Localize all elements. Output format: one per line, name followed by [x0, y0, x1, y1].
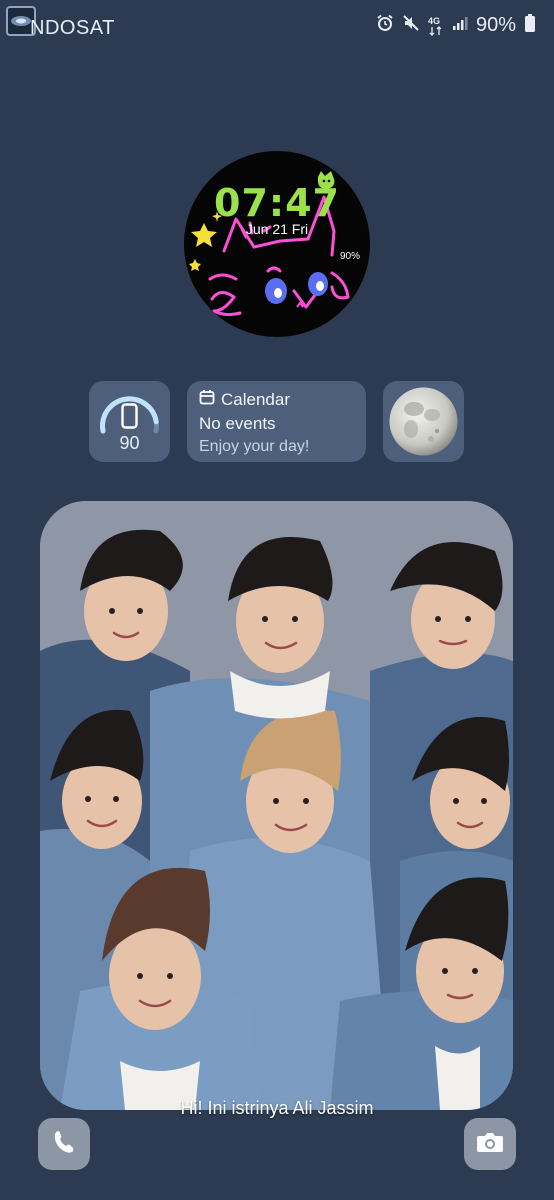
clock-widget[interactable]: 07:47 Jun 21 Fri 90%: [184, 151, 370, 337]
camera-icon: [476, 1131, 504, 1158]
phone-shortcut-button[interactable]: [38, 1118, 90, 1170]
calendar-subtitle: Enjoy your day!: [199, 438, 310, 455]
camera-shortcut-button[interactable]: [464, 1118, 516, 1170]
clock-date: Jun 21 Fri: [245, 221, 309, 237]
calendar-no-events: No events: [199, 414, 276, 433]
signal-icon: [452, 15, 468, 36]
alarm-icon: [376, 14, 394, 37]
full-moon-icon: [387, 385, 460, 463]
clock-battery: 90%: [339, 251, 360, 262]
phone-icon: [52, 1129, 76, 1160]
status-bar: NDOSAT 4G 90%: [0, 0, 554, 58]
clock-time: 07:47: [214, 181, 340, 225]
mute-icon: [402, 14, 420, 37]
calendar-widget[interactable]: Calendar No events Enjoy your day!: [187, 381, 366, 462]
network-type-label: 4G: [427, 15, 440, 26]
lock-screen-message: Hi! Ini istrinya Ali Jassim: [180, 1098, 374, 1118]
cat-doodle-icon: [189, 171, 350, 317]
battery-percent: 90%: [475, 14, 516, 36]
carrier-name: NDOSAT: [30, 17, 115, 39]
battery-widget[interactable]: 90: [89, 381, 170, 462]
calendar-icon: [199, 389, 215, 410]
wallpaper-photo: [40, 501, 513, 1110]
group-photo-image: [40, 501, 513, 1110]
phone-device-icon: [121, 403, 138, 434]
moon-phase-widget[interactable]: [383, 381, 464, 462]
battery-widget-value: 90: [119, 433, 140, 453]
battery-icon: [524, 14, 536, 37]
network-4g-icon: 4G: [428, 16, 444, 36]
calendar-title: Calendar: [221, 389, 290, 409]
